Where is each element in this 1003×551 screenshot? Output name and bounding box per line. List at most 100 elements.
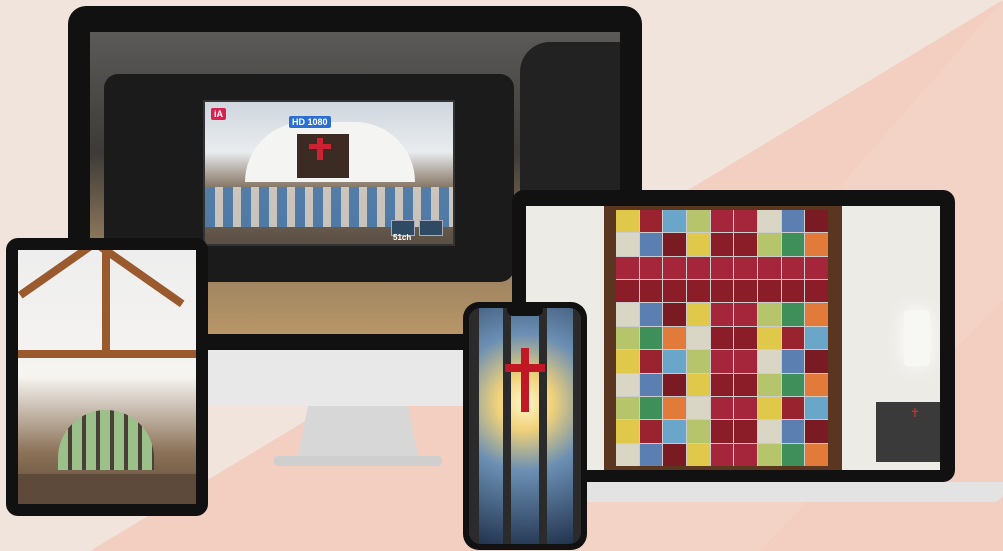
glass-pane [616,350,639,373]
glass-pane [686,233,710,256]
glass-pane [686,420,710,443]
glass-pane [639,443,663,466]
glass-pane [663,396,686,420]
record-time: 51ch [393,233,412,242]
glass-pane [686,350,710,373]
glass-pane [734,256,757,280]
red-cross [521,348,529,412]
tablet [6,238,208,516]
glass-pane [663,280,686,303]
glass-pane [710,373,734,396]
glass-pane [686,443,710,466]
glass-pane [710,396,734,420]
glass-pane [805,373,828,396]
camera-mode-icon [419,220,443,236]
glass-pane [757,280,781,303]
memorial-plaque: ✝ [876,402,940,462]
glass-pane [734,303,757,326]
altar [297,134,349,178]
glass-pane [710,210,734,233]
glass-pane [781,326,805,350]
glass-pane [805,280,828,303]
laptop-screen: ✝ [526,206,940,470]
glass-pane [710,326,734,350]
glass-pane [805,256,828,280]
glass-pane [616,420,639,443]
glass-pane [639,396,663,420]
glass-pane [663,233,686,256]
glass-pane [663,443,686,466]
glass-pane [639,210,663,233]
glass-pane [663,350,686,373]
stained-glass-window [616,210,828,466]
glass-pane [686,210,710,233]
glass-pane [639,280,663,303]
glass-pane [781,396,805,420]
glass-pane [805,233,828,256]
glass-pane [781,350,805,373]
glass-pane [616,373,639,396]
glass-pane [781,443,805,466]
hd-quality-badge: HD 1080 [289,116,331,128]
glass-pane [710,280,734,303]
cross-icon [317,138,323,160]
glass-pane [781,303,805,326]
glass-pane [805,303,828,326]
glass-pane [805,350,828,373]
wall-lamp [904,310,930,366]
glass-pane [616,210,639,233]
glass-pane [686,256,710,280]
glass-pane [781,280,805,303]
glass-pane [639,233,663,256]
glass-pane [805,443,828,466]
glass-pane [710,256,734,280]
glass-pane [734,396,757,420]
glass-pane [734,233,757,256]
glass-pane [663,256,686,280]
glass-pane [805,326,828,350]
glass-pane [616,233,639,256]
glass-pane [616,326,639,350]
glass-pane [757,350,781,373]
glass-pane [757,396,781,420]
glass-pane [686,326,710,350]
glass-pane [639,350,663,373]
glass-pane [734,350,757,373]
ia-mode-badge: iA [211,108,226,120]
glass-pane [805,396,828,420]
glass-pane [616,303,639,326]
glass-pane [663,326,686,350]
glass-pane [757,256,781,280]
glass-pane [639,256,663,280]
glass-pane [734,326,757,350]
glass-pane [663,373,686,396]
glass-pane [710,443,734,466]
monitor-stand [274,406,442,466]
glass-pane [663,420,686,443]
glass-pane [686,303,710,326]
congregation-chairs [205,187,453,227]
glass-pane [805,210,828,233]
glass-pane [663,210,686,233]
phone-screen [469,308,581,544]
chapel-windows [58,410,154,470]
glass-pane [757,233,781,256]
glass-pane [781,233,805,256]
glass-pane [757,373,781,396]
glass-pane [734,210,757,233]
glass-pane [616,443,639,466]
glass-pane [734,373,757,396]
glass-pane [781,256,805,280]
glass-pane [710,303,734,326]
glass-pane [734,420,757,443]
glass-pane [710,233,734,256]
glass-pane [686,396,710,420]
glass-pane [686,373,710,396]
glass-pane [710,350,734,373]
glass-pane [616,256,639,280]
glass-pane [639,326,663,350]
glass-pane [781,373,805,396]
glass-pane [757,443,781,466]
glass-pane [757,420,781,443]
chapel-floor [18,474,196,504]
